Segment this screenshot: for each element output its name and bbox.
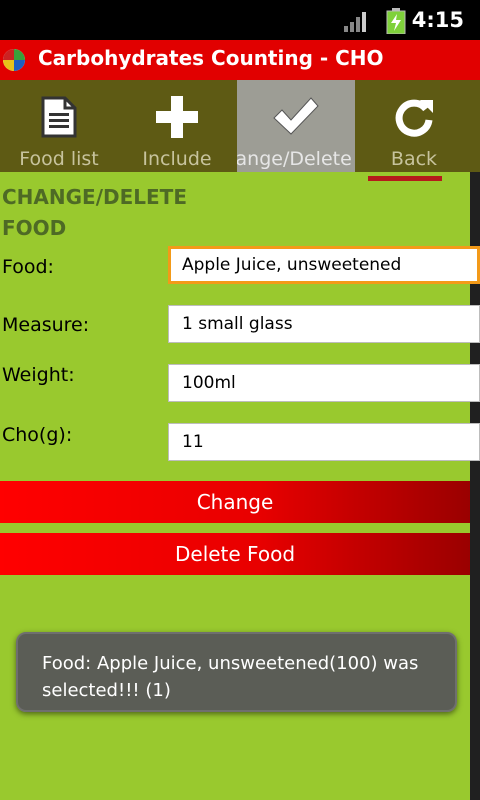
tab-back-label: Back <box>390 148 438 170</box>
weight-field[interactable] <box>168 364 480 402</box>
checkmark-icon <box>273 97 319 135</box>
divider-mark <box>368 176 442 181</box>
page-heading-line1: CHANGE/DELETE <box>2 185 187 209</box>
measure-label: Measure: <box>2 314 90 336</box>
app-logo-icon <box>3 49 25 71</box>
page-heading-line2: FOOD <box>2 216 67 240</box>
weight-label: Weight: <box>2 364 75 386</box>
measure-field[interactable] <box>168 305 480 343</box>
document-icon <box>41 96 77 138</box>
refresh-arrow-icon <box>395 99 433 137</box>
tab-include-label: Include <box>142 148 212 170</box>
cho-label: Cho(g): <box>2 424 73 446</box>
change-button[interactable]: Change <box>0 481 470 523</box>
status-time: 4:15 <box>411 8 464 32</box>
toast-message: Food: Apple Juice, unsweetened(100) was … <box>16 632 457 712</box>
plus-icon <box>156 96 198 138</box>
tab-include[interactable]: Include <box>118 80 236 172</box>
battery-charging-icon <box>386 8 406 34</box>
delete-food-button[interactable]: Delete Food <box>0 533 470 575</box>
app-title: Carbohydrates Counting - CHO <box>38 46 384 70</box>
page-heading: CHANGE/DELETE FOOD <box>2 182 187 244</box>
status-bar <box>0 0 480 40</box>
signal-icon <box>344 12 366 32</box>
food-label: Food: <box>2 256 54 278</box>
food-field[interactable] <box>168 246 480 284</box>
cho-field[interactable] <box>168 423 480 461</box>
tab-back[interactable]: Back <box>355 80 473 172</box>
